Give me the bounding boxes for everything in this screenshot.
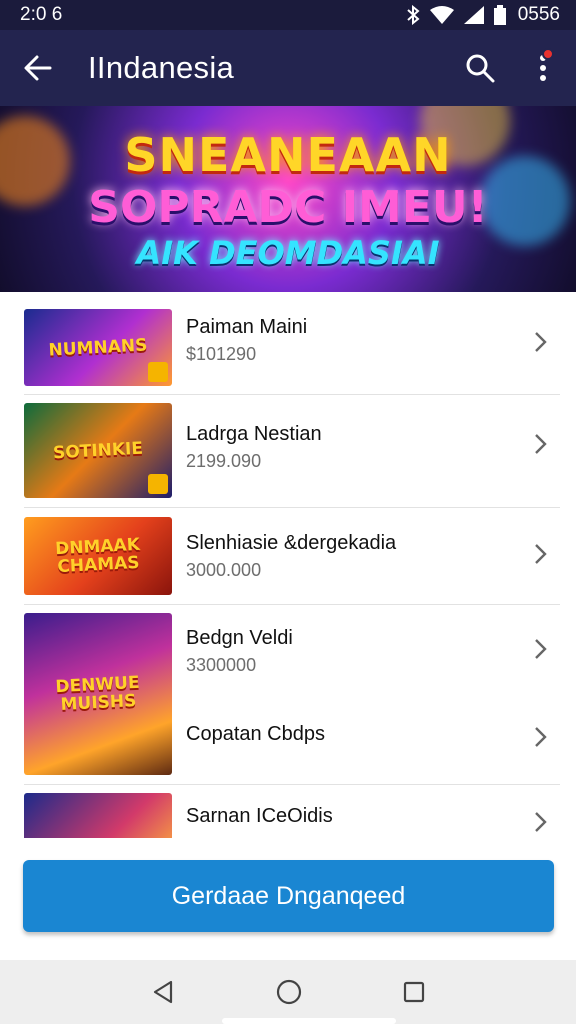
item-subtitle: 2199.090 <box>186 451 262 471</box>
thumbnail: DNMAAK CHAMAS <box>24 517 172 595</box>
banner-headline: SNEANEAAN <box>124 128 452 182</box>
list-item[interactable]: SOTINKIE Ladrga Nestian 2199.090 <box>0 395 576 507</box>
signal-icon <box>463 6 484 24</box>
more-options-button[interactable] <box>510 30 576 106</box>
list-item[interactable]: Copatan Cbdps <box>0 697 576 781</box>
nav-recents-icon[interactable] <box>403 981 425 1003</box>
thumbnail-text: SOTINKIE <box>52 438 144 463</box>
chevron-right-icon <box>535 434 547 454</box>
item-subtitle: $101290 <box>186 344 257 364</box>
page-title: IIndanesia <box>88 50 235 85</box>
status-time: 2:0 6 <box>20 4 63 25</box>
list-item[interactable]: Bedgn Veldi 3300000 <box>0 605 576 697</box>
item-subtitle: 3300000 <box>186 655 257 675</box>
thumbnail-text: NUMNANS <box>48 334 148 361</box>
status-bar: 2:0 6 0556 <box>0 0 576 30</box>
banner-tagline: AIK DEOMDASIAI <box>136 234 440 272</box>
chevron-right-icon <box>535 639 547 659</box>
thumbnail-text: DNMAAK CHAMAS <box>54 534 141 578</box>
system-nav-bar <box>0 960 576 1024</box>
promo-banner[interactable]: SNEANEAAN SOPRADC IMEU! AIK DEOMDASIAI <box>0 106 576 292</box>
banner-subheadline: SOPRADC IMEU! <box>88 182 488 233</box>
nav-home-icon[interactable] <box>276 979 302 1005</box>
chevron-right-icon <box>535 727 547 747</box>
thumbnail <box>24 793 172 838</box>
badge-icon <box>148 474 168 494</box>
status-icons <box>406 5 506 25</box>
app-bar: IIndanesia <box>0 30 576 106</box>
game-list: NUMNANS Paiman Maini $101290 SOTINKIE La… <box>0 292 576 838</box>
search-button[interactable] <box>450 30 510 106</box>
primary-action-button[interactable]: Gerdaae Dnganqeed <box>23 860 554 932</box>
item-title: Copatan Cbdps <box>186 723 325 745</box>
thumbnail: SOTINKIE <box>24 403 172 498</box>
badge-icon <box>148 362 168 382</box>
search-icon <box>466 54 495 83</box>
list-item[interactable]: NUMNANS Paiman Maini $101290 <box>0 292 576 394</box>
nav-back-icon[interactable] <box>151 979 175 1005</box>
status-right: 0556 <box>406 4 560 26</box>
chevron-right-icon <box>535 332 547 352</box>
chevron-right-icon <box>535 544 547 564</box>
item-title: Paiman Maini <box>186 316 308 338</box>
bluetooth-icon <box>407 5 420 25</box>
battery-icon <box>493 5 506 25</box>
back-button[interactable] <box>0 30 76 106</box>
home-indicator <box>222 1018 396 1024</box>
list-item[interactable]: DNMAAK CHAMAS Slenhiasie &dergekadia 300… <box>0 508 576 604</box>
item-title: Slenhiasie &dergekadia <box>186 532 397 554</box>
wifi-icon <box>429 6 454 24</box>
notification-dot <box>542 48 554 60</box>
item-title: Ladrga Nestian <box>186 423 322 445</box>
chevron-right-icon <box>535 812 547 832</box>
item-title: Bedgn Veldi <box>186 627 293 649</box>
item-title: Sarnan ICeOidis <box>186 805 333 827</box>
status-battery-text: 0556 <box>517 4 560 25</box>
list-item[interactable]: Sarnan ICeOidis <box>0 785 576 838</box>
thumbnail: NUMNANS <box>24 309 172 386</box>
item-subtitle: 3000.000 <box>186 560 262 580</box>
back-arrow-icon <box>24 55 52 81</box>
